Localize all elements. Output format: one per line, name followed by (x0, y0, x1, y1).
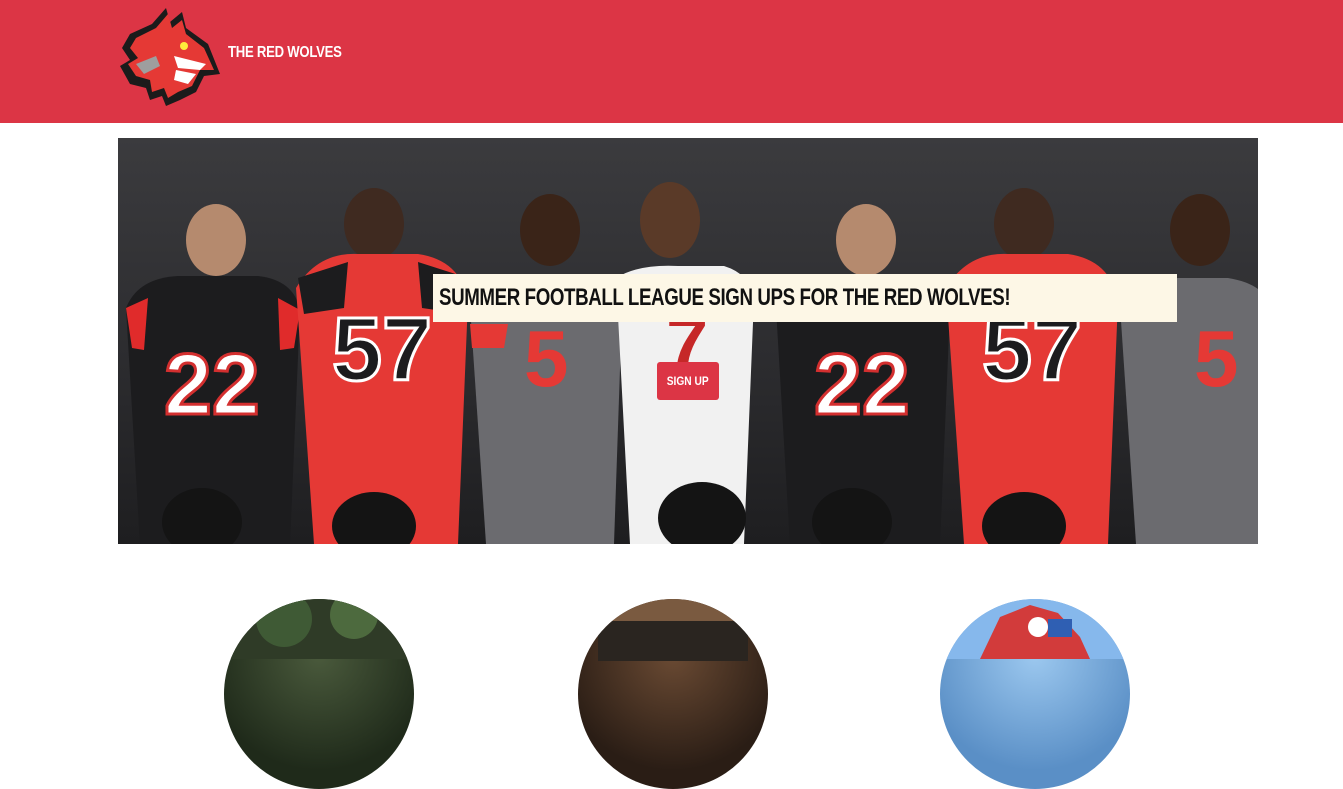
outdoor-scene-photo (224, 599, 414, 659)
svg-text:57: 57 (332, 300, 432, 400)
site-brand-name[interactable]: THE RED WOLVES (228, 44, 342, 62)
indoor-scene-photo (578, 599, 768, 661)
feature-image-1[interactable] (224, 599, 414, 789)
hero-title: SUMMER FOOTBALL LEAGUE SIGN UPS FOR THE … (433, 274, 1178, 322)
svg-text:22: 22 (164, 337, 260, 433)
svg-text:5: 5 (1194, 314, 1239, 403)
red-wolf-logo-icon[interactable] (116, 4, 224, 110)
hero-banner: 22 57 5 7 22 57 5 SUMMER FOOTBALL LEAGUE… (118, 138, 1258, 544)
feature-image-2[interactable] (578, 599, 768, 789)
mascot-outdoor-photo (940, 599, 1130, 659)
svg-text:5: 5 (524, 314, 569, 403)
football-players-team-photo: 22 57 5 7 22 57 5 (126, 182, 1258, 544)
site-header: THE RED WOLVES (0, 0, 1343, 123)
feature-image-3[interactable] (940, 599, 1130, 789)
svg-text:22: 22 (814, 337, 910, 433)
sign-up-button[interactable]: SIGN UP (657, 362, 719, 400)
